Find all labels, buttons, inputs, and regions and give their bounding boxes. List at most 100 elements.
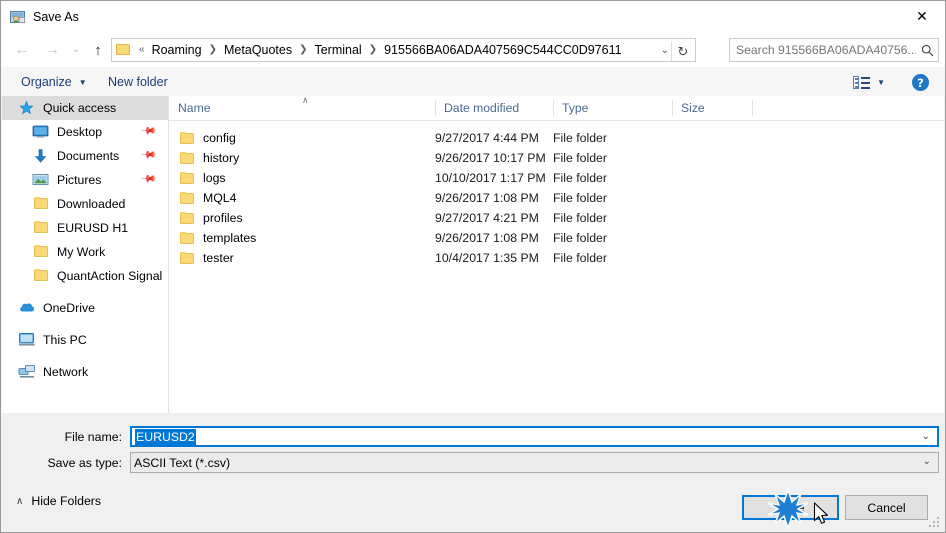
refresh-button[interactable]: ↻	[673, 43, 693, 60]
sidebar-item-onedrive[interactable]: OneDrive	[2, 296, 168, 320]
folder-icon	[178, 131, 195, 145]
sidebar-item-network[interactable]: Network	[2, 360, 168, 384]
address-dropdown-icon[interactable]: ⌄	[661, 45, 669, 56]
recent-locations-button[interactable]: ⌄	[67, 37, 85, 63]
column-divider[interactable]	[752, 100, 753, 116]
column-header-size[interactable]: Size	[672, 96, 752, 119]
chevron-down-icon[interactable]: ⌄	[923, 456, 931, 467]
back-arrow-icon: ←	[14, 41, 30, 58]
file-type-cell: File folder	[553, 211, 607, 225]
address-divider	[671, 41, 672, 61]
breadcrumb-separator[interactable]: ❯	[294, 45, 312, 55]
sidebar-item-label: OneDrive	[43, 301, 95, 315]
onedrive-icon	[18, 300, 37, 316]
file-name-label: MQL4	[203, 191, 237, 205]
chevron-down-icon[interactable]: ⌄	[922, 431, 930, 442]
file-date-cell: 9/26/2017 10:17 PM	[435, 151, 546, 165]
sidebar-item-my-work[interactable]: My Work	[2, 240, 168, 264]
sidebar-item-desktop[interactable]: Desktop 📌	[2, 120, 168, 144]
new-folder-button[interactable]: New folder	[102, 72, 174, 92]
title-bar: Save As ✕	[1, 1, 945, 33]
sidebar-item-pictures[interactable]: Pictures 📌	[2, 168, 168, 192]
file-name-cell: tester	[178, 251, 234, 265]
column-header-label: Type	[562, 100, 589, 115]
cancel-button[interactable]: Cancel	[845, 495, 928, 520]
search-box[interactable]: Search 915566BA06ADA40756...	[729, 38, 939, 62]
hide-folders-button[interactable]: ∧ Hide Folders	[16, 494, 101, 508]
search-input[interactable]: Search 915566BA06ADA40756...	[736, 43, 916, 57]
pin-icon[interactable]: 📌	[139, 123, 156, 140]
back-button[interactable]: ←	[9, 37, 35, 63]
file-date-cell: 10/4/2017 1:35 PM	[435, 251, 539, 265]
dialog-footer: ∧ Hide Folders Save Cancel	[2, 487, 945, 532]
sidebar-item-label: My Work	[57, 245, 106, 259]
help-button[interactable]: ?	[912, 74, 929, 91]
address-bar[interactable]: « Roaming ❯ MetaQuotes ❯ Terminal ❯ 9155…	[111, 38, 696, 62]
search-icon	[916, 44, 938, 57]
up-arrow-icon: ↑	[94, 41, 102, 59]
save-form: File name: EURUSD2 ⌄ Save as type: ASCII…	[2, 414, 945, 487]
table-row[interactable]: logs 10/10/2017 1:17 PM File folder	[169, 168, 944, 188]
help-label: ?	[917, 75, 924, 90]
breadcrumb-overflow[interactable]: «	[134, 45, 150, 55]
file-type-cell: File folder	[553, 171, 607, 185]
folder-icon	[32, 220, 51, 236]
organize-button[interactable]: Organize ▼	[15, 72, 93, 92]
file-name-label: config	[203, 131, 236, 145]
navigation-bar: ← → ⌄ ↑ « Roaming ❯ MetaQuotes ❯ Termina…	[1, 33, 945, 67]
file-name-cell: logs	[178, 171, 226, 185]
hide-folders-label: Hide Folders	[31, 494, 102, 508]
pin-icon[interactable]: 📌	[139, 147, 156, 164]
file-name-label: tester	[203, 251, 234, 265]
pin-icon[interactable]: 📌	[139, 171, 156, 188]
sidebar-item-this-pc[interactable]: This PC	[2, 328, 168, 352]
file-name-input[interactable]: EURUSD2 ⌄	[130, 426, 939, 447]
resize-grip[interactable]	[929, 517, 940, 528]
save-as-type-select[interactable]: ASCII Text (*.csv) ⌄	[130, 452, 939, 473]
sidebar-item-downloaded[interactable]: Downloaded	[2, 192, 168, 216]
file-type-cell: File folder	[553, 131, 607, 145]
file-type-cell: File folder	[553, 231, 607, 245]
folder-icon	[116, 44, 131, 56]
column-header-label: Date modified	[444, 100, 520, 115]
forward-arrow-icon: →	[44, 41, 60, 58]
breadcrumb-separator[interactable]: ❯	[204, 45, 222, 55]
breadcrumb-item-metaquotes[interactable]: MetaQuotes	[222, 43, 294, 57]
folder-icon	[32, 196, 51, 212]
breadcrumb-item-terminal-id[interactable]: 915566BA06ADA407569C544CC0D97611	[382, 43, 623, 57]
chevron-down-icon: ⌄	[71, 44, 81, 55]
table-row[interactable]: profiles 9/27/2017 4:21 PM File folder	[169, 208, 944, 228]
desktop-icon	[32, 124, 51, 140]
save-button[interactable]: Save	[742, 495, 839, 520]
column-header-date-modified[interactable]: Date modified	[435, 96, 553, 119]
sidebar-item-label: QuantAction Signal	[57, 269, 163, 283]
sidebar-item-quick-access[interactable]: Quick access	[2, 96, 168, 120]
navigation-pane: Quick access Desktop 📌 Documents 📌 Pictu…	[2, 96, 169, 413]
sidebar-item-label: Downloaded	[57, 197, 126, 211]
close-button[interactable]: ✕	[899, 1, 945, 32]
view-list-icon	[853, 75, 871, 89]
sidebar-item-eurusd-h1[interactable]: EURUSD H1	[2, 216, 168, 240]
forward-button[interactable]: →	[39, 37, 65, 63]
file-name-cell: history	[178, 151, 239, 165]
sidebar-item-label: Quick access	[43, 101, 117, 115]
view-options-button[interactable]: ▼	[853, 73, 885, 91]
folder-icon	[178, 231, 195, 245]
save-as-type-value: ASCII Text (*.csv)	[134, 455, 231, 470]
table-row[interactable]: templates 9/26/2017 1:08 PM File folder	[169, 228, 944, 248]
file-date-cell: 9/26/2017 1:08 PM	[435, 231, 539, 245]
table-row[interactable]: config 9/27/2017 4:44 PM File folder	[169, 128, 944, 148]
sidebar-item-documents[interactable]: Documents 📌	[2, 144, 168, 168]
table-row[interactable]: MQL4 9/26/2017 1:08 PM File folder	[169, 188, 944, 208]
breadcrumb-item-terminal[interactable]: Terminal	[312, 43, 363, 57]
breadcrumb-item-roaming[interactable]: Roaming	[150, 43, 204, 57]
table-row[interactable]: tester 10/4/2017 1:35 PM File folder	[169, 248, 944, 268]
table-row[interactable]: history 9/26/2017 10:17 PM File folder	[169, 148, 944, 168]
sidebar-item-quantaction-signal[interactable]: QuantAction Signal	[2, 264, 168, 288]
refresh-icon: ↻	[677, 43, 689, 59]
file-type-cell: File folder	[553, 191, 607, 205]
breadcrumb-separator[interactable]: ❯	[364, 45, 382, 55]
up-one-level-button[interactable]: ↑	[85, 37, 111, 63]
column-header-type[interactable]: Type	[553, 96, 672, 119]
